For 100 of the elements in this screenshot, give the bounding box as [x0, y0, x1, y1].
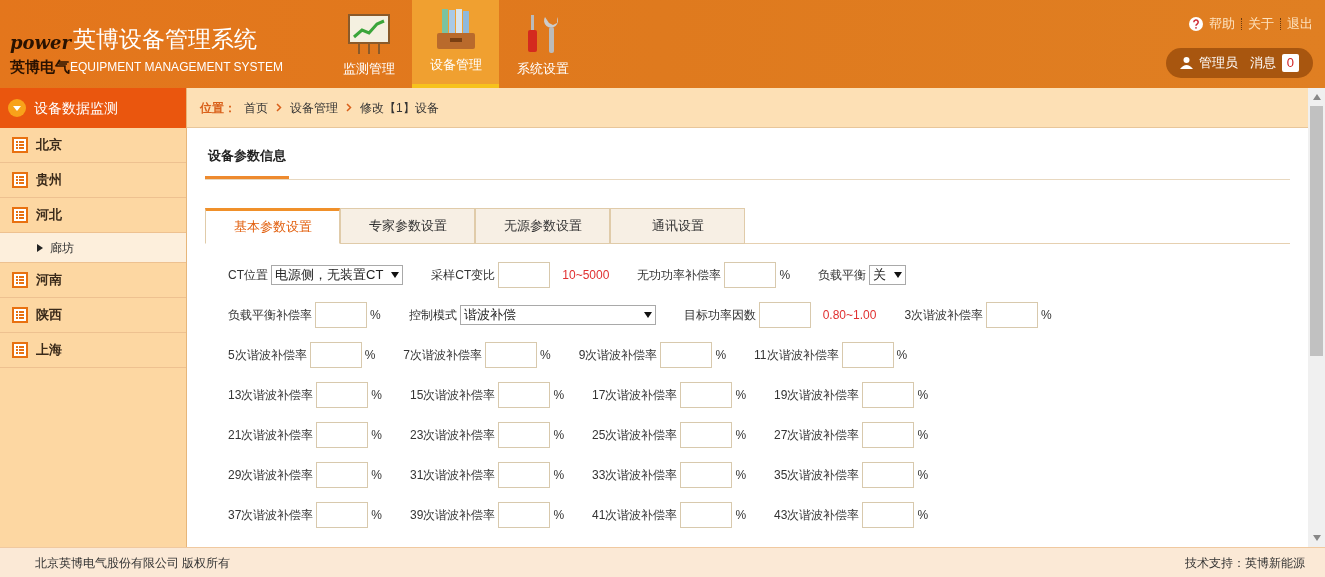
- field-label: 13次谐波补偿率: [228, 386, 314, 404]
- chart-board-icon: [346, 12, 391, 55]
- input-field[interactable]: [498, 461, 551, 488]
- input-field[interactable]: [498, 421, 551, 448]
- list-icon: [12, 342, 28, 358]
- input-field[interactable]: [724, 261, 777, 288]
- field-label: 9次谐波补偿率: [578, 346, 658, 364]
- list-icon: [12, 272, 28, 288]
- unit-label: %: [371, 466, 383, 484]
- system-title: 英博设备管理系统: [73, 24, 258, 54]
- sidebar-item[interactable]: 北京: [0, 128, 186, 163]
- input-field[interactable]: [680, 381, 733, 408]
- breadcrumb-link[interactable]: 首页: [244, 98, 268, 117]
- field-label: 15次谐波补偿率: [410, 386, 496, 404]
- tab[interactable]: 通讯设置: [610, 207, 745, 244]
- breadcrumb-link[interactable]: 修改【1】设备: [360, 98, 439, 117]
- sidebar-item[interactable]: 上海: [0, 333, 186, 368]
- field-label: 41次谐波补偿率: [592, 506, 678, 524]
- field-label: 43次谐波补偿率: [774, 506, 860, 524]
- field-label: 17次谐波补偿率: [592, 386, 678, 404]
- list-icon: [12, 307, 28, 323]
- input-field[interactable]: [841, 341, 894, 368]
- user-icon: [1179, 56, 1193, 69]
- input-field[interactable]: [862, 421, 915, 448]
- range-hint: 0.80~1.00: [822, 306, 877, 324]
- section-title: 设备参数信息: [205, 146, 289, 179]
- input-field[interactable]: [316, 381, 369, 408]
- scroll-down-icon: [1312, 534, 1321, 542]
- field-label: 19次谐波补偿率: [774, 386, 860, 404]
- field-label: 负载平衡补偿率: [228, 306, 312, 324]
- unit-label: %: [553, 466, 565, 484]
- sidebar-header[interactable]: 设备数据监测: [0, 88, 186, 128]
- list-icon: [12, 172, 28, 188]
- input-field[interactable]: [862, 501, 915, 528]
- dropdown[interactable]: 电源侧，无装置CT: [271, 264, 404, 285]
- input-field[interactable]: [316, 501, 369, 528]
- chevron-icon: [276, 103, 282, 112]
- user-name: 管理员: [1198, 53, 1238, 72]
- input-field[interactable]: [862, 381, 915, 408]
- input-field[interactable]: [758, 301, 811, 328]
- unit-label: %: [371, 506, 383, 524]
- dropdown[interactable]: 谐波补偿: [459, 304, 656, 325]
- sidebar-subitem[interactable]: 廊坊: [0, 233, 186, 263]
- tab[interactable]: 无源参数设置: [475, 207, 610, 244]
- input-field[interactable]: [485, 341, 538, 368]
- field-label: 采样CT变比: [431, 266, 496, 284]
- input-field[interactable]: [316, 421, 369, 448]
- help-icon: [1189, 16, 1203, 31]
- caret-icon: [36, 243, 44, 252]
- dropdown[interactable]: 关: [869, 264, 907, 285]
- field-label: 控制模式: [408, 306, 457, 324]
- field-label: 7次谐波补偿率: [403, 346, 483, 364]
- dropdown-arrow-icon: [391, 270, 400, 279]
- list-icon: [12, 137, 28, 153]
- sidebar-item[interactable]: 陕西: [0, 298, 186, 333]
- tab[interactable]: 专家参数设置: [340, 207, 475, 244]
- dropdown-arrow-icon: [643, 310, 652, 319]
- input-field[interactable]: [498, 261, 551, 288]
- range-hint: 10~5000: [562, 266, 610, 284]
- unit-label: %: [553, 506, 565, 524]
- unit-label: %: [735, 386, 747, 404]
- unit-label: %: [735, 426, 747, 444]
- input-field[interactable]: [498, 381, 551, 408]
- input-field[interactable]: [680, 461, 733, 488]
- field-label: 31次谐波补偿率: [410, 466, 496, 484]
- field-label: 25次谐波补偿率: [592, 426, 678, 444]
- input-field[interactable]: [309, 341, 362, 368]
- input-field[interactable]: [316, 461, 369, 488]
- message-count-badge: 0: [1281, 53, 1299, 72]
- unit-label: %: [917, 426, 929, 444]
- breadcrumb-label: 位置：: [200, 99, 236, 117]
- unit-label: %: [553, 386, 565, 404]
- input-field[interactable]: [498, 501, 551, 528]
- scroll-up-icon: [1312, 93, 1321, 101]
- unit-label: %: [735, 466, 747, 484]
- field-label: 21次谐波补偿率: [228, 426, 314, 444]
- unit-label: %: [917, 386, 929, 404]
- chevron-icon: [346, 103, 352, 112]
- input-field[interactable]: [660, 341, 713, 368]
- field-label: 33次谐波补偿率: [592, 466, 678, 484]
- input-field[interactable]: [862, 461, 915, 488]
- unit-label: %: [917, 506, 929, 524]
- scrollbar-thumb[interactable]: [1310, 106, 1323, 356]
- field-label: 无功功率补偿率: [637, 266, 722, 284]
- list-icon: [12, 207, 28, 223]
- input-field[interactable]: [680, 501, 733, 528]
- sidebar-item[interactable]: 贵州: [0, 163, 186, 198]
- breadcrumb-link[interactable]: 设备管理: [290, 98, 338, 117]
- input-field[interactable]: [315, 301, 367, 328]
- input-field[interactable]: [986, 301, 1039, 328]
- unit-label: %: [553, 426, 565, 444]
- sidebar-item[interactable]: 河南: [0, 263, 186, 298]
- system-subtitle: EQUIPMENT MANAGEMENT SYSTEM: [70, 60, 283, 77]
- tab[interactable]: 基本参数设置: [205, 207, 340, 244]
- field-label: 37次谐波补偿率: [228, 506, 314, 524]
- field-label: 29次谐波补偿率: [228, 466, 314, 484]
- input-field[interactable]: [680, 421, 733, 448]
- unit-label: %: [1041, 306, 1052, 324]
- field-label: 39次谐波补偿率: [410, 506, 496, 524]
- support-text: 技术支持：英博新能源: [1185, 554, 1305, 572]
